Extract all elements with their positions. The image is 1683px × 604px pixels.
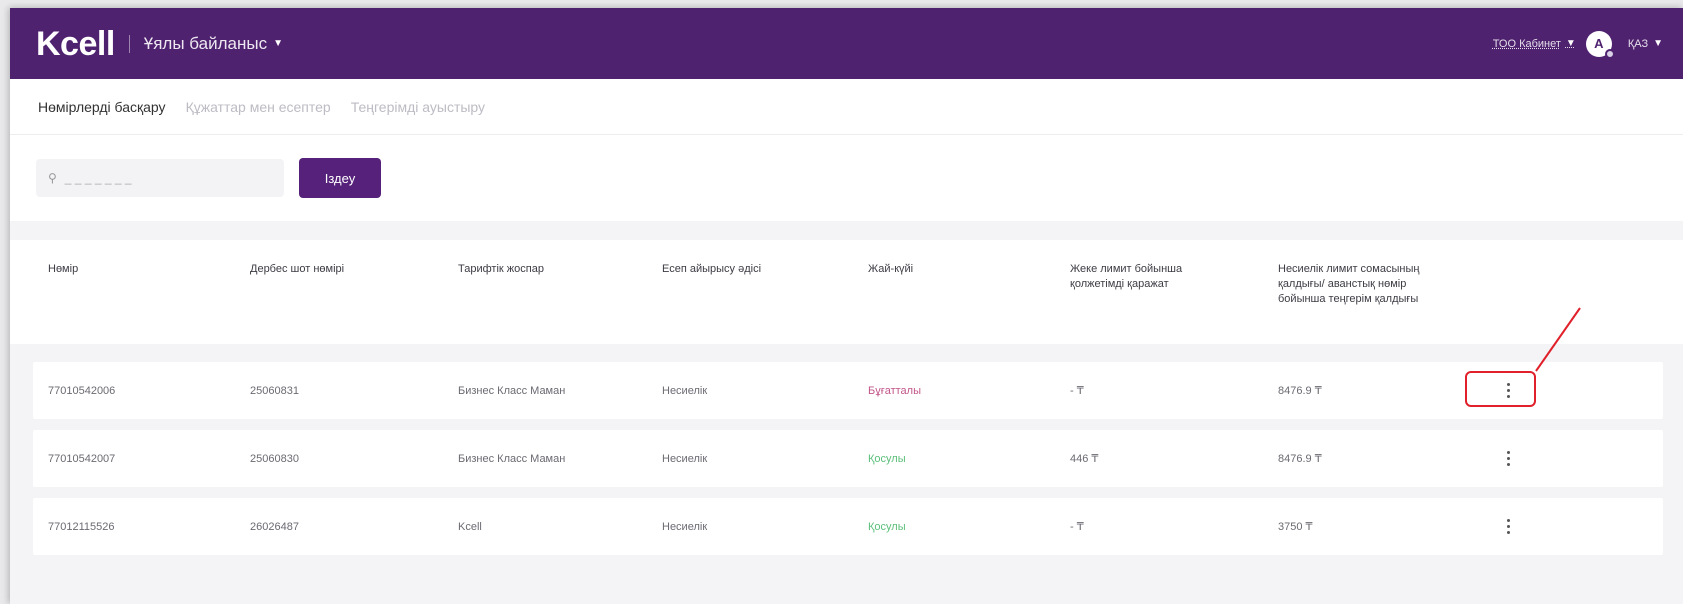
search-placeholder: _ _ _ _ _ _ _ <box>64 171 132 185</box>
search-button[interactable]: Іздеу <box>299 158 381 198</box>
cell-number: 77012115526 <box>48 520 115 533</box>
status-badge: Қосулы <box>868 520 906 533</box>
search-panel: ⚲ _ _ _ _ _ _ _ Іздеу <box>10 135 1683 221</box>
cell-payment-method: Несиелік <box>662 384 708 397</box>
status-badge: Бұғатталы <box>868 384 922 397</box>
cell-account: 25060831 <box>250 384 299 397</box>
chevron-down-icon: ▼ <box>1565 38 1576 49</box>
search-input[interactable]: ⚲ _ _ _ _ _ _ _ <box>36 159 284 197</box>
more-vertical-icon[interactable] <box>1498 430 1518 487</box>
column-header-status: Жай-күйі <box>868 263 914 275</box>
cell-account: 25060830 <box>250 452 299 465</box>
header-right-tools: ТОО Кабинет ▼ А ҚАЗ ▼ <box>1493 8 1663 79</box>
page-frame: Kcell Ұялы байланыс ▼ ТОО Кабинет ▼ А ҚА… <box>10 8 1683 604</box>
avatar-initial: А <box>1594 36 1604 51</box>
search-icon: ⚲ <box>48 171 57 185</box>
user-avatar[interactable]: А <box>1585 30 1615 59</box>
cabinet-dropdown[interactable]: ТОО Кабинет ▼ <box>1493 38 1576 50</box>
cell-number: 77010542007 <box>48 452 116 465</box>
column-header-tariff: Тарифтік жоспар <box>458 263 544 275</box>
table-row[interactable]: 77010542006 25060831 Бизнес Класс Маман … <box>33 362 1663 419</box>
table-row[interactable]: 77012115526 26026487 Kcell Несиелік Қосу… <box>33 498 1663 555</box>
cell-account: 26026487 <box>250 520 299 533</box>
service-dropdown[interactable]: Ұялы байланыс ▼ <box>144 34 283 54</box>
chevron-down-icon: ▼ <box>273 38 283 49</box>
column-header-credit-balance: Несиелік лимит сомасының қалдығы/ аванст… <box>1278 263 1420 305</box>
header-divider <box>128 34 130 53</box>
section-tabs: Нөмірлерді басқару Құжаттар мен есептер … <box>10 79 1683 135</box>
column-header-payment-method: Есеп айырысу әдісі <box>662 263 762 275</box>
cell-credit-balance: 3750 ₸ <box>1278 521 1313 533</box>
table-header: Нөмір Дербес шот нөмірі Тарифтік жоспар … <box>10 240 1683 344</box>
column-header-account: Дербес шот нөмірі <box>250 263 345 275</box>
cell-tariff: Бизнес Класс Маман <box>458 384 566 397</box>
language-label: ҚАЗ <box>1627 37 1649 50</box>
more-vertical-icon[interactable] <box>1498 498 1518 555</box>
column-header-personal-limit: Жеке лимит бойынша қолжетімді қаражат <box>1070 263 1183 290</box>
cell-credit-balance: 8476.9 ₸ <box>1278 453 1322 465</box>
cell-personal-limit: - ₸ <box>1070 385 1084 397</box>
cell-tariff: Kcell <box>458 520 482 533</box>
chevron-down-icon: ▼ <box>1653 38 1663 49</box>
annotation-arrow <box>1535 307 1581 372</box>
cell-payment-method: Несиелік <box>662 452 708 465</box>
cell-personal-limit: - ₸ <box>1070 521 1084 533</box>
top-navigation-bar: Kcell Ұялы байланыс ▼ ТОО Кабинет ▼ А ҚА… <box>10 8 1683 79</box>
cabinet-label: ТОО Кабинет <box>1492 37 1561 50</box>
kcell-logo[interactable]: Kcell <box>36 27 115 61</box>
table-row[interactable]: 77010542007 25060830 Бизнес Класс Маман … <box>33 430 1663 487</box>
service-label: Ұялы байланыс <box>143 33 268 53</box>
avatar-badge-icon <box>1604 48 1615 59</box>
cell-number: 77010542006 <box>48 384 116 397</box>
cell-personal-limit: 446 ₸ <box>1070 453 1099 465</box>
language-dropdown[interactable]: ҚАЗ ▼ <box>1628 38 1663 50</box>
status-badge: Қосулы <box>868 452 906 465</box>
cell-credit-balance: 8476.9 ₸ <box>1278 385 1322 397</box>
cell-tariff: Бизнес Класс Маман <box>458 452 566 465</box>
tab-balance-transfer[interactable]: Теңгерімді ауыстыру <box>351 99 485 115</box>
tab-number-management[interactable]: Нөмірлерді басқару <box>38 99 166 115</box>
tab-documents-reports[interactable]: Құжаттар мен есептер <box>186 99 331 115</box>
cell-payment-method: Несиелік <box>662 520 708 533</box>
column-header-number: Нөмір <box>48 263 79 275</box>
